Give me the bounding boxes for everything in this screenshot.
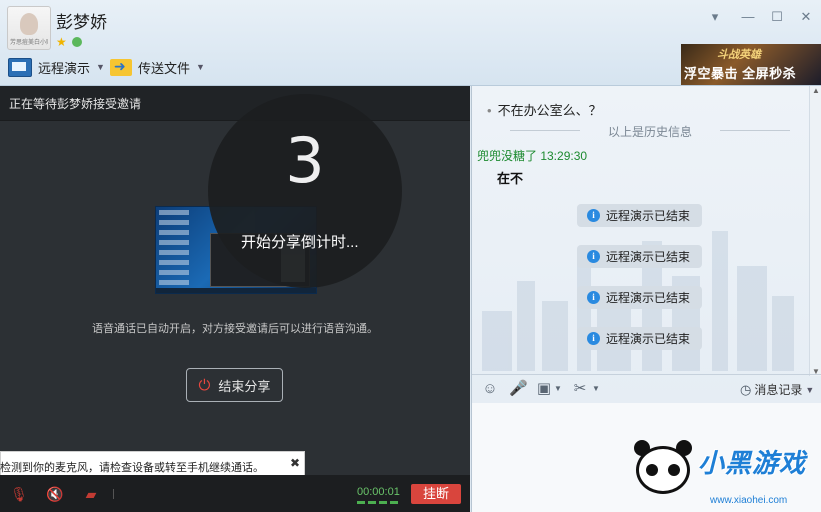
info-icon: i bbox=[587, 291, 600, 304]
share-status-text: 正在等待彭梦娇接受邀请 bbox=[9, 97, 142, 111]
info-icon: i bbox=[587, 209, 600, 222]
maximize-button[interactable]: ☐ bbox=[768, 8, 786, 26]
countdown-overlay: 3 bbox=[208, 94, 402, 288]
close-icon[interactable]: ✖ bbox=[290, 456, 300, 470]
end-share-button[interactable]: ⏻ 结束分享 bbox=[186, 368, 283, 402]
history-divider-text: 以上是历史信息 bbox=[607, 125, 692, 139]
mic-off-icon[interactable]: 🎙 bbox=[10, 486, 28, 502]
power-icon: ⏻ bbox=[198, 376, 211, 394]
ad-text: 浮空暴击 全屏秒杀 bbox=[684, 66, 797, 81]
avatar-face bbox=[20, 13, 38, 35]
emoji-icon[interactable]: ☺ bbox=[481, 381, 499, 397]
panda-logo-icon bbox=[632, 440, 694, 504]
message-sender: 兜兜没糖了 13:29:30 bbox=[477, 149, 588, 163]
system-notice: i 远程演示已结束 bbox=[577, 204, 702, 227]
system-notice-text: 远程演示已结束 bbox=[606, 291, 691, 305]
chevron-down-icon: ▼ bbox=[196, 62, 205, 72]
send-file-label: 传送文件 bbox=[138, 60, 191, 76]
minimize-button[interactable]: — bbox=[739, 8, 757, 26]
send-file-icon bbox=[110, 58, 132, 76]
ad-logo: 斗战英雄 bbox=[717, 49, 761, 61]
avatar[interactable]: 芳思痘美白小贴士 bbox=[7, 6, 51, 50]
watermark-logo: 小黑游戏 www.xiaohei.com bbox=[628, 435, 818, 511]
scroll-up-icon[interactable]: ▲ bbox=[810, 86, 821, 95]
screen-share-panel: 正在等待彭梦娇接受邀请 3 开始分享倒计时... 语音通话已自动开启，对方接受邀… bbox=[0, 86, 470, 512]
dropdown-menu-button[interactable]: ▾ bbox=[706, 8, 724, 26]
watermark-url: www.xiaohei.com bbox=[710, 495, 788, 506]
avatar-caption: 芳思痘美白小贴士 bbox=[10, 40, 48, 46]
countdown-text: 开始分享倒计时... bbox=[241, 234, 359, 251]
chat-panel: ▲ ▼ 不在办公室么、？ 以上是历史信息 兜兜没糖了 13:29:30 在不 i… bbox=[471, 86, 821, 512]
system-notice: i 远程演示已结束 bbox=[577, 327, 702, 350]
desktop-icons bbox=[159, 210, 189, 288]
mic-warning-text: 未检测到你的麦克风，请检查设备或转至手机继续通话。 bbox=[0, 462, 264, 474]
title-bar: 芳思痘美白小贴士 彭梦娇 ★ ▾ — ☐ ✕ 远程演示 ▼ 传送文件 ▼ 斗战英… bbox=[0, 0, 821, 86]
message-history-label: 消息记录 bbox=[754, 383, 803, 397]
contact-name[interactable]: 彭梦娇 bbox=[56, 8, 107, 33]
scissors-icon[interactable]: ✂ bbox=[571, 381, 589, 397]
info-icon: i bbox=[587, 332, 600, 345]
voice-notice: 语音通话已自动开启，对方接受邀请后可以进行语音沟通。 bbox=[92, 323, 378, 335]
system-notice-text: 远程演示已结束 bbox=[606, 332, 691, 346]
chevron-down-icon[interactable]: ▼ bbox=[554, 384, 562, 393]
clock-icon: ◷ bbox=[740, 381, 752, 397]
message-history-button[interactable]: ◷ 消息记录 ▼ bbox=[740, 381, 814, 398]
divider bbox=[113, 489, 114, 499]
star-icon: ★ bbox=[56, 35, 67, 49]
hangup-button[interactable]: 挂断 bbox=[411, 484, 461, 504]
chat-input-toolbar: ☺ 🎤 ▣ ▼ ✂ ▼ ◷ 消息记录 ▼ bbox=[472, 374, 821, 403]
send-file-button[interactable]: 传送文件 ▼ bbox=[110, 57, 205, 77]
call-control-bar: 🎙 🔇 ▰ 00:00:01 挂断 bbox=[0, 475, 470, 512]
chat-scrollbar[interactable]: ▲ ▼ bbox=[809, 86, 821, 376]
info-icon: i bbox=[587, 250, 600, 263]
remote-screen-icon bbox=[8, 57, 32, 77]
history-divider: 以上是历史信息 bbox=[510, 123, 790, 139]
chevron-down-icon: ▼ bbox=[805, 384, 815, 395]
preview-taskbar bbox=[156, 288, 316, 293]
camera-off-icon[interactable]: ▰ bbox=[82, 486, 100, 502]
speaker-off-icon[interactable]: 🔇 bbox=[46, 486, 64, 502]
voice-message-icon[interactable]: 🎤 bbox=[509, 381, 528, 397]
call-timer: 00:00:01 bbox=[357, 486, 400, 498]
chevron-down-icon: ▼ bbox=[96, 62, 105, 72]
signal-strength-bar bbox=[357, 501, 401, 504]
end-share-label: 结束分享 bbox=[218, 378, 271, 394]
remote-demo-button[interactable]: 远程演示 ▼ bbox=[8, 57, 105, 77]
online-status-icon bbox=[72, 37, 82, 47]
close-button[interactable]: ✕ bbox=[797, 8, 815, 26]
system-notice: i 远程演示已结束 bbox=[577, 245, 702, 268]
message-input-area[interactable]: 小黑游戏 www.xiaohei.com bbox=[472, 403, 821, 512]
system-notice-text: 远程演示已结束 bbox=[606, 250, 691, 264]
system-notice-text: 远程演示已结束 bbox=[606, 209, 691, 223]
image-icon[interactable]: ▣ bbox=[535, 381, 553, 397]
watermark-text: 小黑游戏 bbox=[698, 448, 807, 478]
countdown-number: 3 bbox=[285, 124, 325, 197]
ad-banner[interactable]: 斗战英雄 浮空暴击 全屏秒杀 bbox=[681, 44, 821, 85]
history-message: 不在办公室么、？ bbox=[487, 100, 602, 119]
message-body: 在不 bbox=[497, 171, 524, 186]
remote-demo-label: 远程演示 bbox=[38, 60, 91, 76]
system-notice: i 远程演示已结束 bbox=[577, 286, 702, 309]
share-status-header: 正在等待彭梦娇接受邀请 bbox=[0, 86, 470, 121]
chevron-down-icon[interactable]: ▼ bbox=[592, 384, 600, 393]
